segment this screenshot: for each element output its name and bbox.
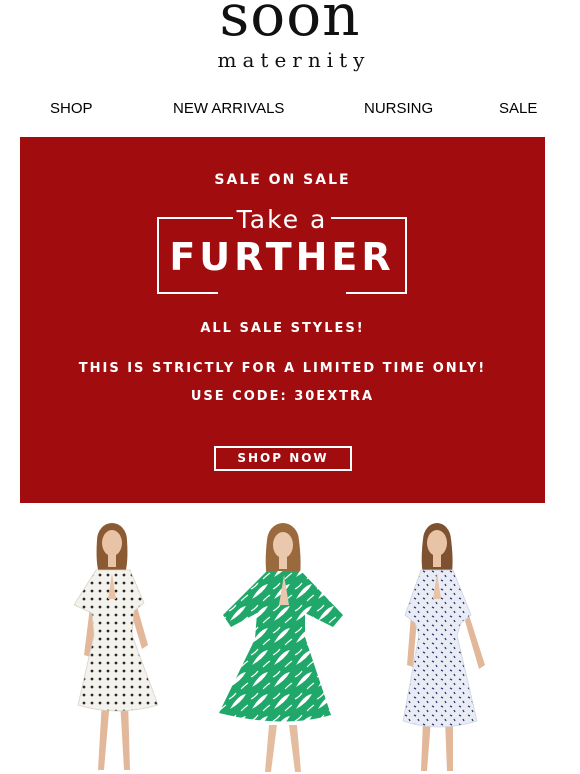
product-blue-spot-print-dress[interactable] — [385, 515, 535, 774]
banner-kicker: SALE ON SALE — [214, 172, 351, 188]
banner-line-all-sale: ALL SALE STYLES! — [200, 321, 365, 336]
shop-now-button[interactable]: SHOP NOW — [214, 446, 352, 471]
promo-banner[interactable]: SALE ON SALE Take a FURTHER ALL SALE STY… — [20, 137, 545, 503]
product-image — [219, 523, 343, 772]
promo-code: USE CODE: 30EXTRA — [190, 389, 375, 404]
product-green-leaf-print-dress[interactable] — [205, 515, 355, 774]
product-grid — [0, 515, 580, 774]
brand-tagline: maternity — [217, 48, 371, 72]
nav-item-sale[interactable]: SALE — [499, 100, 537, 117]
nav-item-nursing[interactable]: NURSING — [364, 100, 433, 117]
product-polka-dot-dress[interactable] — [40, 515, 190, 774]
brand-name: soon — [219, 0, 361, 49]
headline-frame: Take a FURTHER — [157, 205, 407, 294]
nav-item-new-arrivals[interactable]: NEW ARRIVALS — [173, 100, 284, 117]
main-nav: SHOP NEW ARRIVALS NURSING SALE — [0, 100, 580, 122]
banner-line-limited-time: THIS IS STRICTLY FOR A LIMITED TIME ONLY… — [78, 361, 487, 376]
product-image — [402, 523, 485, 771]
headline-small: Take a — [236, 205, 328, 234]
product-image — [73, 523, 159, 770]
nav-item-shop[interactable]: SHOP — [50, 100, 93, 117]
headline-large: FURTHER — [169, 235, 395, 279]
brand-logo[interactable]: soon maternity — [0, 0, 580, 80]
